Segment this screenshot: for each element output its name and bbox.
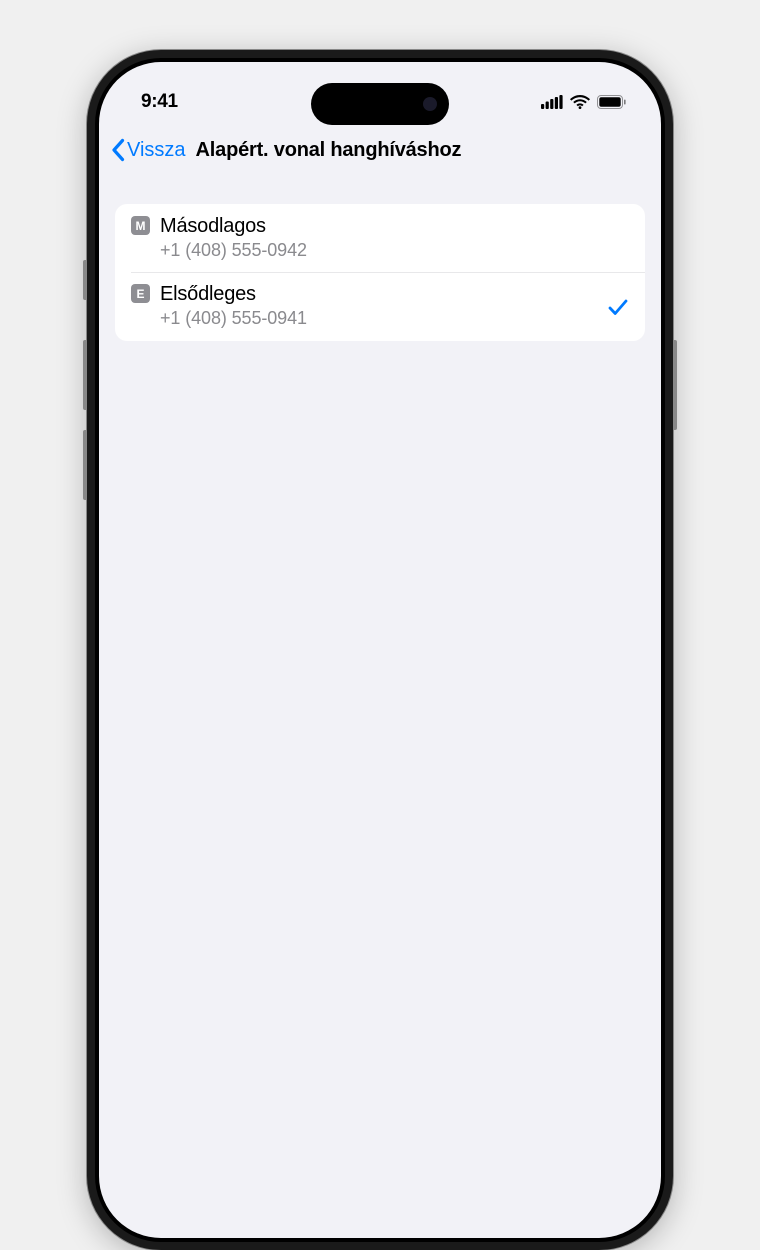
content: M Másodlagos +1 (408) 555-0942 E Elsődle… (99, 176, 661, 341)
battery-icon (597, 95, 627, 109)
back-label: Vissza (127, 139, 186, 162)
line-number: +1 (408) 555-0942 (160, 239, 629, 262)
status-time: 9:41 (141, 91, 178, 113)
line-row-primary[interactable]: E Elsődleges +1 (408) 555-0941 (115, 272, 645, 340)
dynamic-island (311, 83, 449, 125)
page-title: Alapért. vonal hanghíváshoz (196, 139, 462, 162)
wifi-icon (570, 95, 590, 109)
line-label: Elsődleges (160, 282, 599, 307)
back-button[interactable]: Vissza (111, 138, 186, 162)
chevron-left-icon (111, 138, 125, 162)
sim-badge-icon: M (131, 216, 150, 235)
nav-bar: Vissza Alapért. vonal hanghíváshoz (99, 124, 661, 176)
line-label: Másodlagos (160, 214, 629, 239)
checkmark-icon (607, 296, 629, 318)
status-indicators (541, 95, 627, 109)
row-text: Másodlagos +1 (408) 555-0942 (160, 214, 629, 262)
sim-badge-icon: E (131, 284, 150, 303)
cellular-icon (541, 95, 563, 109)
line-number: +1 (408) 555-0941 (160, 307, 599, 330)
row-text: Elsődleges +1 (408) 555-0941 (160, 282, 599, 330)
phone-frame: 9:41 (87, 50, 673, 1250)
line-row-secondary[interactable]: M Másodlagos +1 (408) 555-0942 (115, 204, 645, 272)
screen: 9:41 (99, 62, 661, 1238)
line-list: M Másodlagos +1 (408) 555-0942 E Elsődle… (115, 204, 645, 341)
